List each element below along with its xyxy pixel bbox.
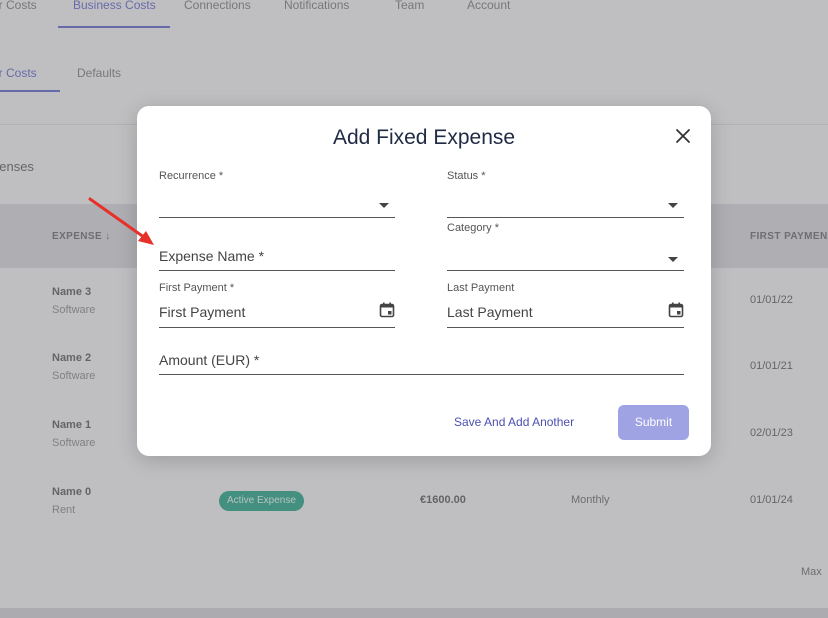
save-and-add-another-button[interactable]: Save And Add Another [454,415,574,429]
last-payment-label: Last Payment [447,282,515,294]
dialog-title: Add Fixed Expense [332,126,516,149]
category-label: Category * [447,222,499,234]
close-icon [676,129,690,143]
close-button[interactable] [673,126,693,146]
status-underline [447,217,684,218]
dropdown-caret-icon [668,203,678,208]
calendar-icon[interactable] [668,302,684,318]
amount-label: Amount (EUR) * [159,352,260,368]
expense-name-label: Expense Name * [159,248,265,264]
recurrence-select[interactable]: Recurrence * [159,170,395,218]
recurrence-label: Recurrence * [159,170,224,182]
first-payment-date-field[interactable]: First Payment * First Payment [159,282,395,329]
status-label: Status * [447,170,486,182]
expense-name-input[interactable]: Expense Name * [159,246,395,272]
add-fixed-expense-dialog: Add Fixed Expense Recurrence * Status * … [137,106,711,456]
amount-underline [159,374,684,375]
first-payment-placeholder: First Payment [159,304,246,320]
status-select[interactable]: Status * [447,170,684,218]
dropdown-caret-icon [668,257,678,262]
first-payment-label: First Payment * [159,282,235,294]
last-payment-underline [447,327,684,328]
first-payment-underline [159,327,395,328]
last-payment-placeholder: Last Payment [447,304,533,320]
dropdown-caret-icon [379,203,389,208]
category-underline [447,270,684,271]
expense-name-underline [159,270,395,271]
annotation-arrow-icon [88,197,154,245]
last-payment-date-field[interactable]: Last Payment Last Payment [447,282,684,329]
submit-button[interactable]: Submit [618,405,689,440]
calendar-icon[interactable] [379,302,395,318]
amount-input[interactable]: Amount (EUR) * [159,350,684,376]
category-select[interactable]: Category * [447,222,684,272]
recurrence-underline [159,217,395,218]
